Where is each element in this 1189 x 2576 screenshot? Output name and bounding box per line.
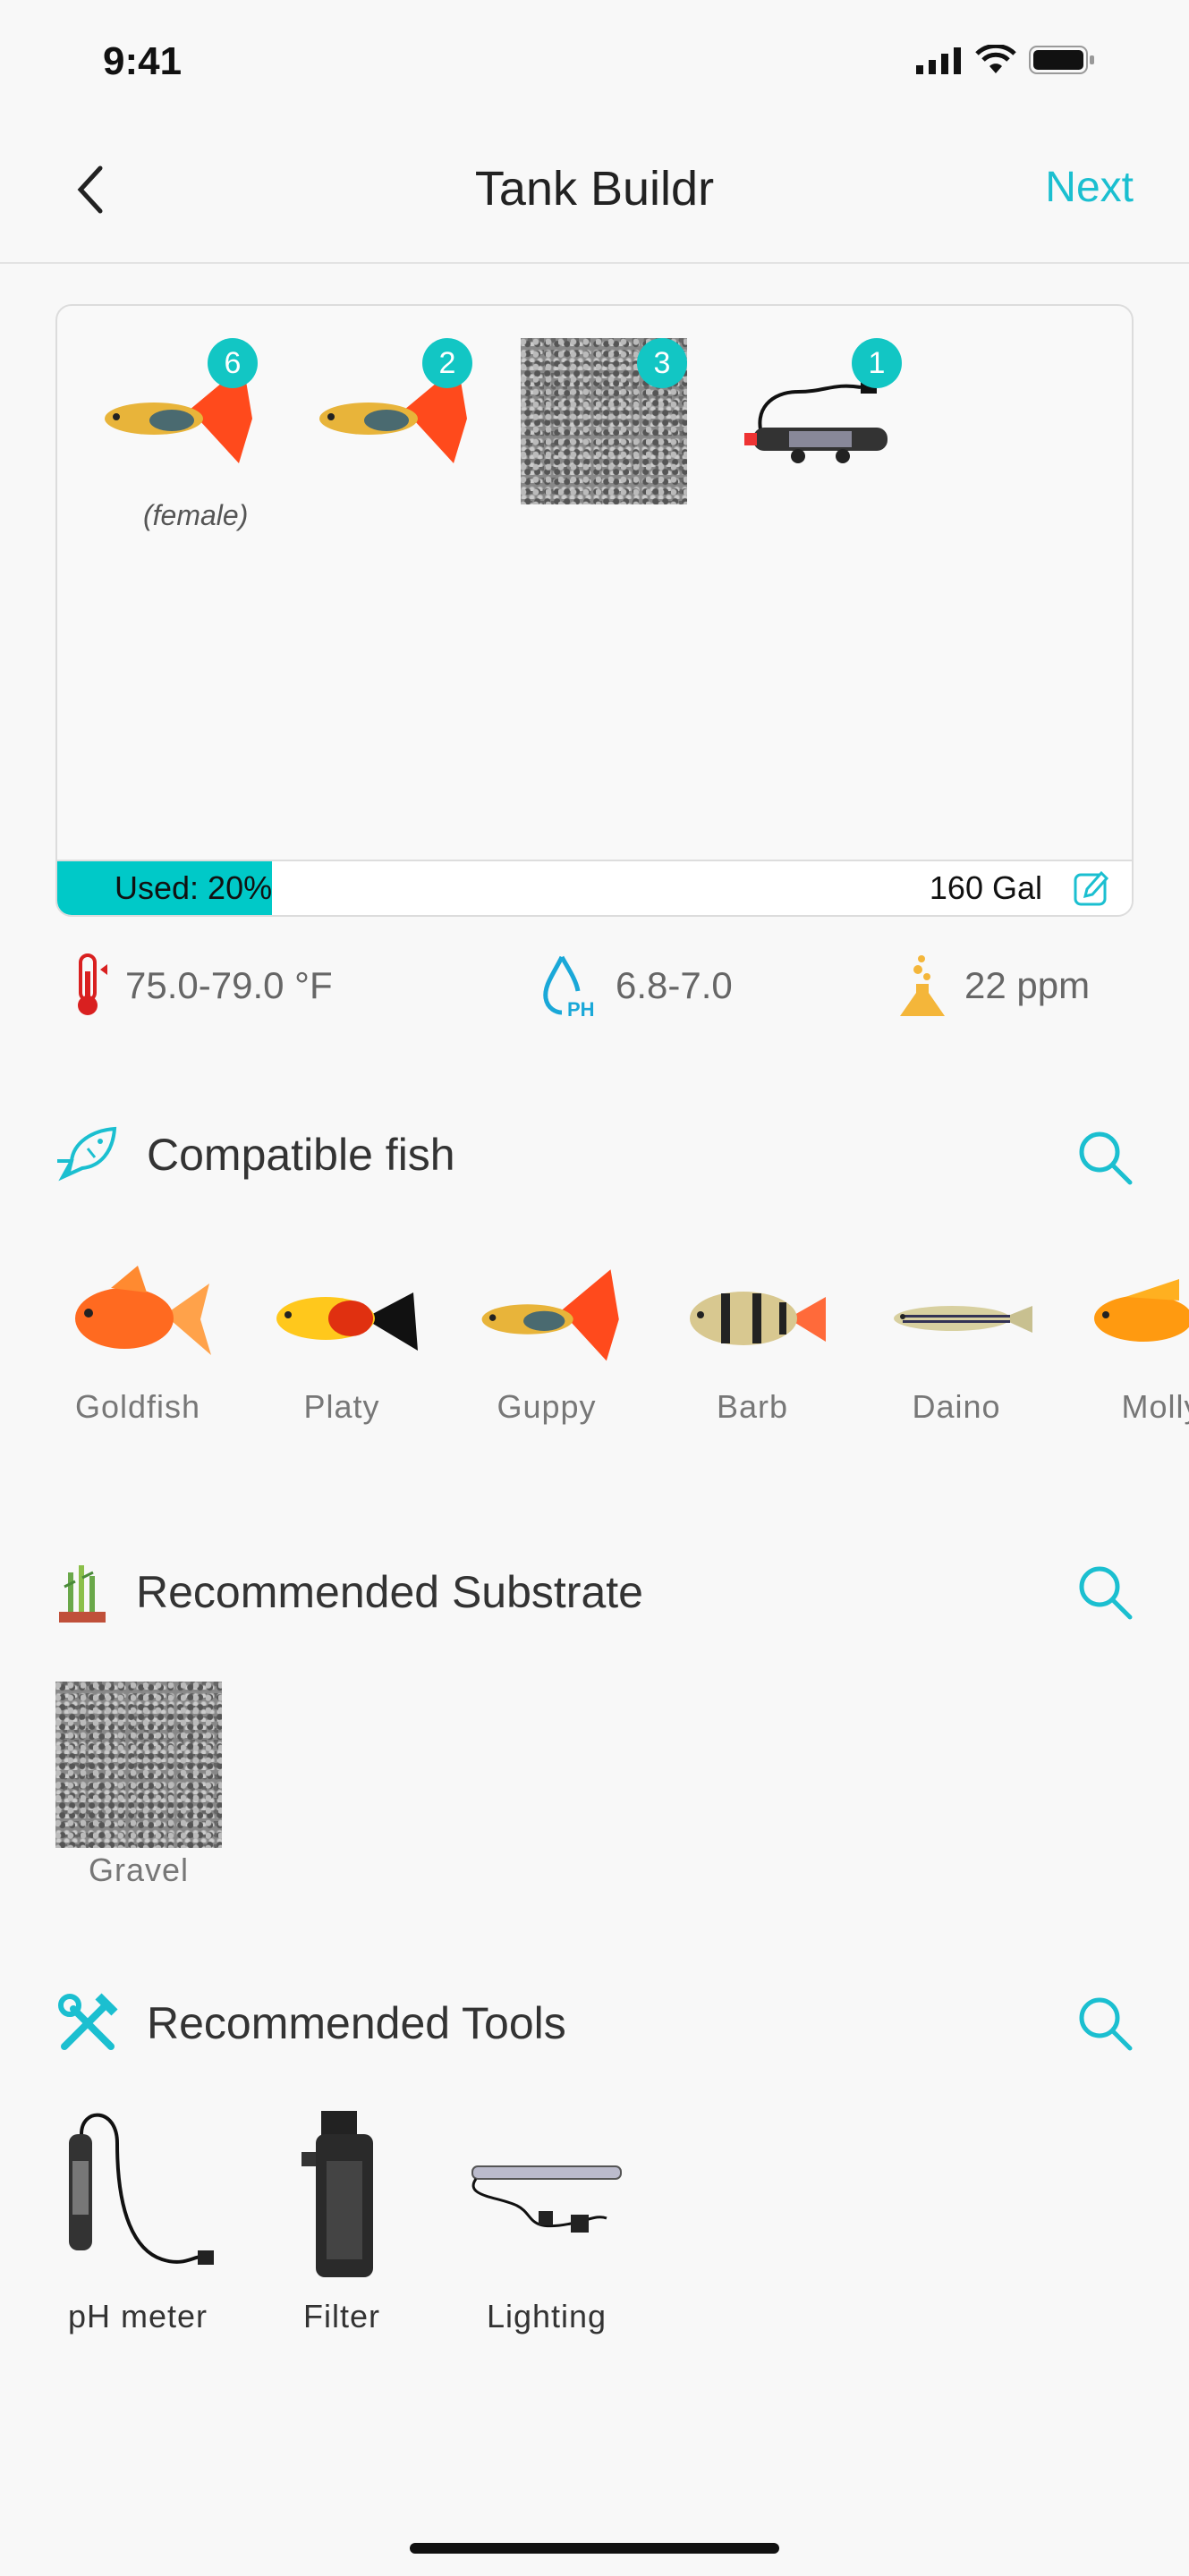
section-title: Recommended Tools	[147, 1998, 566, 2048]
signal-icon	[916, 47, 961, 74]
tools-icon	[58, 1993, 118, 2050]
fish-icon	[57, 1126, 117, 1182]
molly-image	[1094, 1279, 1189, 1342]
compatible-fish-header: Compatible fish	[55, 1125, 455, 1184]
hardness-stat: 22 ppm	[898, 953, 1090, 1018]
fish-item-platy[interactable]: Platy	[252, 1261, 431, 1426]
svg-text:PH: PH	[567, 998, 595, 1018]
wifi-icon	[975, 45, 1016, 73]
platy-image	[276, 1292, 418, 1351]
fish-item-guppy[interactable]: Guppy	[457, 1261, 636, 1426]
substrate-header: Recommended Substrate	[55, 1560, 643, 1624]
status-icons	[916, 45, 1095, 75]
tank-card: 6 (female) 2 3 1 Used: 20% 160 Gal	[55, 304, 1134, 917]
gravel-image	[55, 1682, 222, 1848]
temperature-value: 75.0-79.0 °F	[125, 964, 333, 1006]
used-value: 20%	[208, 869, 273, 906]
page-title: Tank Buildr	[474, 162, 715, 216]
substrate-item-gravel[interactable]: Gravel	[55, 1682, 222, 1889]
hardness-value: 22 ppm	[964, 964, 1091, 1006]
goldfish-image	[75, 1266, 211, 1355]
ph-drop-icon: PH	[543, 955, 595, 1018]
tool-item-lighting[interactable]: Lighting	[457, 2107, 636, 2335]
tool-label: Lighting	[486, 2298, 607, 2334]
tank-item-guppy-female[interactable]: 6 (female)	[91, 338, 258, 531]
filter-image	[301, 2111, 373, 2277]
count-badge: 6	[208, 338, 258, 388]
fish-label: Platy	[303, 1388, 380, 1425]
home-indicator[interactable]	[410, 2543, 779, 2554]
danio-image	[894, 1306, 1032, 1333]
edit-icon[interactable]	[1073, 869, 1110, 907]
tools-header: Recommended Tools	[55, 1991, 566, 2055]
barb-image	[690, 1292, 826, 1345]
lighting-image	[471, 2165, 622, 2233]
search-tools-button[interactable]	[1076, 1995, 1134, 2052]
count-badge: 1	[852, 338, 902, 388]
count-badge: 3	[637, 338, 687, 388]
search-substrate-button[interactable]	[1076, 1563, 1134, 1621]
guppy-image	[481, 1269, 619, 1361]
ph-meter-image	[69, 2113, 214, 2265]
status-time: 9:41	[103, 39, 183, 83]
fish-label: Goldfish	[74, 1388, 201, 1425]
compatible-fish-list: Goldfish Platy Guppy Barb Daino Molly	[0, 1261, 1189, 1476]
tank-item-guppy[interactable]: 2	[306, 338, 472, 504]
tank-volume: 160 Gal	[929, 869, 1042, 906]
temperature-stat: 75.0-79.0 °F	[73, 953, 333, 1018]
fish-label: Molly	[1121, 1388, 1189, 1425]
next-button[interactable]: Next	[1045, 163, 1134, 212]
ph-value: 6.8-7.0	[616, 964, 733, 1006]
fish-item-barb[interactable]: Barb	[663, 1261, 842, 1426]
fish-item-molly[interactable]: Molly	[1072, 1261, 1189, 1426]
tank-item-gravel[interactable]: 3	[521, 338, 687, 504]
capacity-bar: Used: 20% 160 Gal	[57, 860, 1132, 915]
tool-label: pH meter	[67, 2298, 208, 2334]
section-title: Compatible fish	[147, 1130, 455, 1180]
fish-label: Daino	[912, 1388, 1001, 1425]
ph-stat: PH 6.8-7.0	[540, 953, 733, 1018]
item-note: (female)	[143, 499, 249, 531]
section-title: Recommended Substrate	[136, 1567, 643, 1617]
header-divider	[0, 262, 1189, 264]
fish-item-daino[interactable]: Daino	[867, 1261, 1046, 1426]
tool-item-ph-meter[interactable]: pH meter	[48, 2107, 227, 2335]
fish-label: Guppy	[497, 1388, 597, 1425]
substrate-label: Gravel	[88, 1852, 190, 1888]
tank-item-heater[interactable]: 1	[735, 338, 902, 504]
flask-icon	[900, 955, 945, 1016]
battery-icon	[1029, 46, 1094, 74]
used-label: Used:	[115, 869, 200, 906]
plant-icon	[59, 1565, 106, 1623]
fish-label: Barb	[716, 1388, 789, 1425]
count-badge: 2	[422, 338, 472, 388]
fish-item-goldfish[interactable]: Goldfish	[48, 1261, 227, 1426]
tool-item-filter[interactable]: Filter	[252, 2107, 431, 2335]
tool-label: Filter	[303, 2298, 380, 2334]
search-fish-button[interactable]	[1076, 1129, 1134, 1186]
thermometer-icon	[78, 953, 107, 1015]
